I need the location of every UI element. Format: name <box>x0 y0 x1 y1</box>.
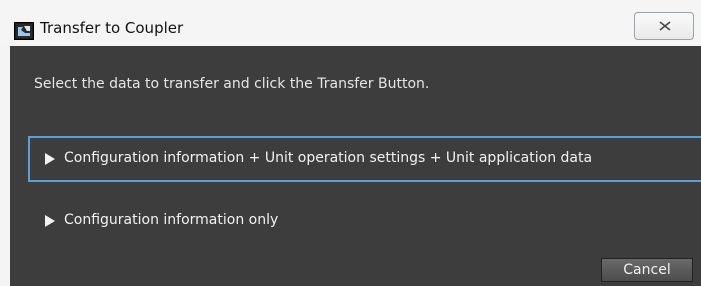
close-button[interactable] <box>634 12 694 40</box>
window-title: Transfer to Coupler <box>40 19 184 37</box>
app-window-icon <box>14 22 34 40</box>
option-label: Configuration information + Unit operati… <box>64 150 593 166</box>
cancel-button[interactable]: Cancel <box>601 258 693 282</box>
triangle-right-icon <box>45 153 55 165</box>
option-label: Configuration information only <box>64 212 279 228</box>
close-icon <box>659 21 671 31</box>
transfer-option-config-only[interactable]: Configuration information only <box>28 198 701 244</box>
dialog-body: Select the data to transfer and click th… <box>10 46 701 286</box>
title-bar[interactable]: Transfer to Coupler <box>0 0 701 46</box>
transfer-dialog: Transfer to Coupler Select the data to t… <box>0 0 701 286</box>
transfer-option-full[interactable]: Configuration information + Unit operati… <box>28 136 701 182</box>
triangle-right-icon <box>45 215 55 227</box>
instruction-text: Select the data to transfer and click th… <box>34 76 430 92</box>
